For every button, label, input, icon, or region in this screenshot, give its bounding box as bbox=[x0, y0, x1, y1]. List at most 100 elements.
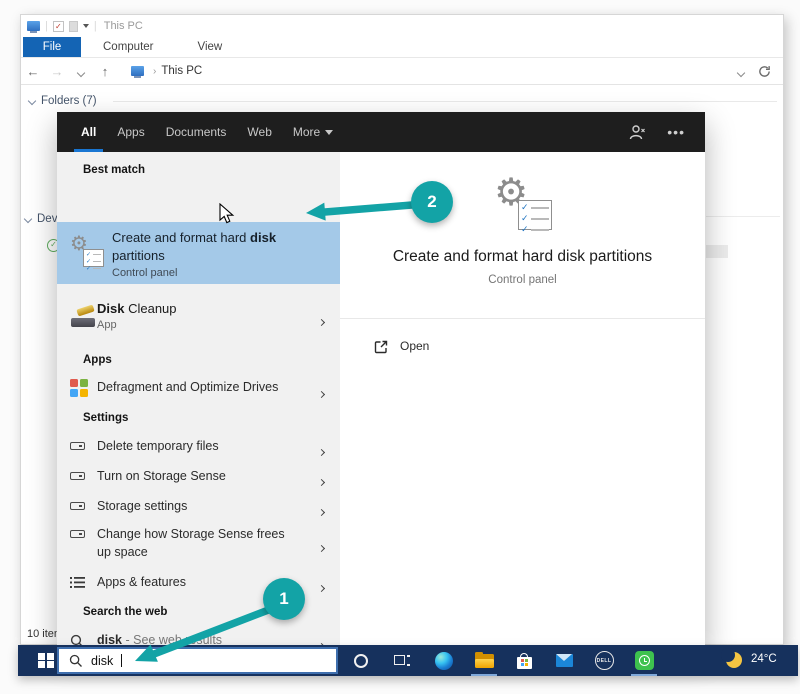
task-view-icon bbox=[394, 654, 410, 667]
storage-icon bbox=[70, 502, 85, 510]
tab-web-label: Web bbox=[247, 125, 271, 139]
navigation-bar: ← → ↑ › This PC bbox=[21, 58, 783, 85]
mail-button[interactable] bbox=[544, 645, 584, 676]
best-match-subtitle: Control panel bbox=[112, 266, 317, 281]
status-bar-item-count: 10 items bbox=[27, 628, 60, 640]
search-icon bbox=[69, 654, 83, 668]
forward-button[interactable]: → bbox=[45, 64, 69, 79]
result-delete-temp-files[interactable]: Delete temporary files bbox=[57, 432, 340, 462]
cortana-button[interactable] bbox=[341, 645, 381, 676]
mail-icon bbox=[556, 654, 573, 667]
result-storage-sense-on[interactable]: Turn on Storage Sense bbox=[57, 462, 340, 492]
file-explorer-icon bbox=[475, 654, 494, 668]
running-indicator bbox=[471, 674, 497, 677]
windows-logo-icon bbox=[38, 653, 54, 669]
expand-chevron-icon[interactable] bbox=[319, 442, 324, 460]
open-action[interactable]: Open bbox=[340, 330, 705, 364]
best-match-title: Create and format hard disk partitions C… bbox=[112, 229, 317, 281]
back-button[interactable]: ← bbox=[21, 64, 45, 79]
collapse-icon[interactable] bbox=[24, 215, 32, 223]
disk-management-icon-large: ⚙ ✓ ✓ ✓ bbox=[494, 178, 552, 230]
alarms-clock-icon bbox=[635, 651, 654, 670]
search-flyout-header: All Apps Documents Web More ••• bbox=[57, 112, 705, 152]
file-explorer-button[interactable] bbox=[464, 645, 504, 676]
result-title: Turn on Storage Sense bbox=[97, 469, 226, 483]
folders-group-label: Folders (7) bbox=[41, 95, 97, 107]
storage-icon bbox=[70, 442, 85, 450]
dell-icon: DELL bbox=[595, 651, 614, 670]
window-title: This PC bbox=[104, 20, 143, 32]
tab-apps[interactable]: Apps bbox=[117, 112, 144, 152]
title-text: Cleanup bbox=[124, 301, 176, 316]
alarms-clock-button[interactable] bbox=[624, 645, 664, 676]
taskbar: disk DELL 24°C bbox=[18, 645, 798, 676]
result-type: App bbox=[97, 319, 177, 331]
storage-icon bbox=[70, 472, 85, 480]
result-title: Disk Cleanup App bbox=[97, 301, 177, 331]
result-storage-settings[interactable]: Storage settings bbox=[57, 492, 340, 522]
tab-all[interactable]: All bbox=[81, 112, 96, 152]
title-bold-text: Disk bbox=[97, 301, 124, 316]
ribbon-tabs: File Computer View bbox=[21, 37, 783, 58]
collapse-icon[interactable] bbox=[28, 97, 36, 105]
tab-all-label: All bbox=[81, 125, 96, 139]
expand-chevron-icon[interactable] bbox=[319, 502, 324, 520]
temperature-label[interactable]: 24°C bbox=[751, 653, 777, 665]
expand-chevron-icon[interactable] bbox=[319, 578, 324, 596]
tab-computer[interactable]: Computer bbox=[81, 37, 176, 57]
expand-chevron-icon[interactable] bbox=[319, 472, 324, 490]
expand-chevron-icon[interactable] bbox=[319, 312, 324, 330]
result-title: Defragment and Optimize Drives bbox=[97, 380, 278, 394]
taskbar-search-input[interactable]: disk bbox=[57, 647, 338, 674]
open-label: Open bbox=[400, 339, 429, 353]
title-text: Create and format hard bbox=[112, 230, 250, 245]
recent-locations-icon[interactable] bbox=[69, 64, 93, 79]
disk-cleanup-icon bbox=[70, 305, 100, 329]
store-icon bbox=[517, 653, 532, 669]
tab-documents[interactable]: Documents bbox=[166, 112, 227, 152]
disk-management-icon: ⚙ ✓ ✓ ✓ bbox=[70, 235, 104, 267]
divider bbox=[340, 318, 705, 319]
edge-button[interactable] bbox=[424, 645, 464, 676]
section-best-match: Best match bbox=[83, 164, 145, 176]
dell-button[interactable]: DELL bbox=[584, 645, 624, 676]
result-title: Apps & features bbox=[97, 575, 186, 589]
task-view-button[interactable] bbox=[382, 645, 422, 676]
drive-item-partial bbox=[706, 245, 728, 258]
result-title: Storage settings bbox=[97, 499, 187, 513]
separator: | bbox=[45, 20, 48, 32]
store-button[interactable] bbox=[504, 645, 544, 676]
section-settings: Settings bbox=[83, 412, 128, 424]
quick-access-toolbar-dropdown-icon[interactable] bbox=[83, 24, 89, 28]
expand-chevron-icon[interactable] bbox=[319, 384, 324, 402]
group-divider bbox=[113, 101, 777, 102]
tab-web[interactable]: Web bbox=[247, 112, 271, 152]
search-results-list: Best match ⚙ ✓ ✓ ✓ Create and format har… bbox=[57, 152, 340, 645]
running-indicator bbox=[631, 674, 657, 677]
title-text: partitions bbox=[112, 248, 165, 263]
address-dropdown-icon[interactable] bbox=[738, 64, 744, 79]
more-options-icon[interactable]: ••• bbox=[667, 124, 685, 140]
result-defragment[interactable]: Defragment and Optimize Drives bbox=[57, 372, 340, 404]
breadcrumb[interactable]: This PC bbox=[161, 65, 202, 77]
this-pc-icon bbox=[27, 21, 40, 31]
new-folder-icon[interactable] bbox=[69, 21, 78, 32]
expand-chevron-icon[interactable] bbox=[319, 538, 324, 556]
cortana-icon bbox=[354, 654, 368, 668]
properties-icon[interactable]: ✓ bbox=[53, 21, 64, 32]
tab-more[interactable]: More bbox=[293, 112, 333, 152]
weather-moon-icon[interactable] bbox=[726, 652, 743, 669]
account-icon[interactable] bbox=[628, 123, 647, 141]
folders-group-header[interactable]: Folders (7) bbox=[29, 95, 97, 107]
refresh-icon[interactable] bbox=[758, 65, 771, 78]
edge-icon bbox=[435, 652, 453, 670]
group-divider bbox=[706, 216, 780, 217]
step-badge-1: 1 bbox=[263, 578, 305, 620]
result-storage-sense-frees[interactable]: Change how Storage Sense frees up space bbox=[57, 522, 340, 566]
best-match-result[interactable]: ⚙ ✓ ✓ ✓ Create and format hard disk part… bbox=[57, 222, 340, 284]
step-badge-2: 2 bbox=[411, 181, 453, 223]
result-disk-cleanup[interactable]: Disk Cleanup App bbox=[57, 294, 340, 342]
tab-file[interactable]: File bbox=[23, 37, 81, 57]
tab-view[interactable]: View bbox=[176, 37, 245, 57]
up-button[interactable]: ↑ bbox=[93, 64, 117, 79]
